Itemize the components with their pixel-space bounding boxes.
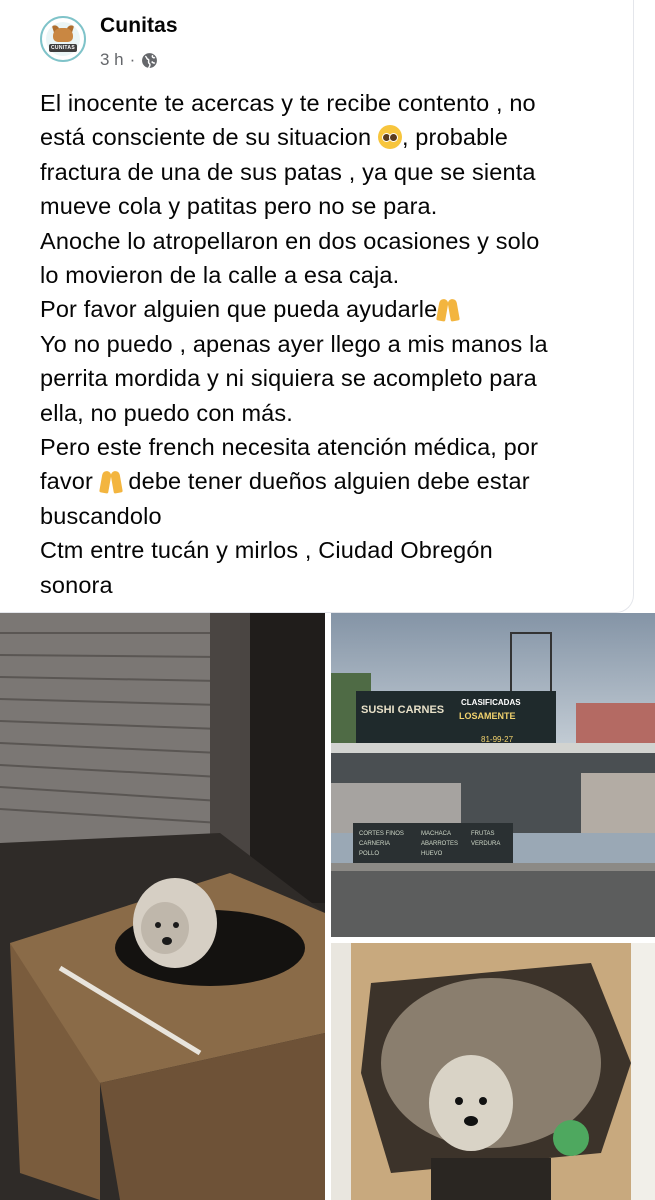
post-line: Pero este french necesita atención médic… bbox=[40, 434, 539, 461]
menu-text: VERDURA bbox=[471, 841, 500, 847]
menu-text: HUEVO bbox=[421, 851, 443, 857]
post-line-text: , probable bbox=[401, 124, 508, 151]
post-line-text: está consciente de su situacion bbox=[40, 124, 372, 151]
post-line: mueve cola y patitas pero no se para. bbox=[40, 193, 438, 220]
photo-3-illustration bbox=[331, 943, 655, 1200]
photo-1-illustration bbox=[0, 613, 325, 1200]
post-text: El inocente te acercas y te recibe conte… bbox=[40, 86, 620, 602]
avatar-logo-text: CUNITAS bbox=[49, 44, 77, 52]
post-time[interactable]: 3 h bbox=[100, 50, 124, 70]
post-header: CUNITAS Cunitas 3 h · bbox=[40, 14, 600, 74]
post-line-text: Por favor alguien que pueda ayudarle bbox=[40, 296, 438, 323]
post-line-text: debe tener dueños alguien debe estar bbox=[128, 468, 530, 495]
photo-storefront[interactable]: SUSHI CARNES CLASIFICADAS LOSAMENTE 81-9… bbox=[331, 613, 655, 937]
post-line: lo movieron de la calle a esa caja. bbox=[40, 262, 400, 289]
post-card: CUNITAS Cunitas 3 h · El inocente te ace… bbox=[0, 0, 655, 1200]
post-line: ella, no puedo con más. bbox=[40, 399, 293, 426]
menu-text: FRUTAS bbox=[471, 831, 495, 837]
post-line: sonora bbox=[40, 571, 113, 598]
post-line: Anoche lo atropellaron en dos ocasiones … bbox=[40, 227, 540, 254]
menu-text: ABARROTES bbox=[421, 841, 458, 847]
post-line: favor debe tener dueños alguien debe est… bbox=[40, 464, 620, 498]
menu-text: CORTES FINOS bbox=[359, 831, 404, 837]
menu-text: MACHACA bbox=[421, 831, 451, 837]
post-line: buscandolo bbox=[40, 502, 162, 529]
page-name[interactable]: Cunitas bbox=[100, 14, 178, 38]
sign-text: 81-99-27 bbox=[481, 735, 514, 744]
photo-dog-in-box-night[interactable] bbox=[0, 613, 325, 1200]
sign-text: LOSAMENTE bbox=[459, 711, 516, 721]
photo-2-illustration: SUSHI CARNES CLASIFICADAS LOSAMENTE 81-9… bbox=[331, 613, 655, 937]
post-line: El inocente te acercas y te recibe conte… bbox=[40, 90, 536, 116]
folded-hands-icon bbox=[436, 297, 461, 323]
post-line: perrita mordida y ni siquiera se acomple… bbox=[40, 365, 537, 392]
post-meta: 3 h · bbox=[100, 50, 158, 70]
post-line: Yo no puedo , apenas ayer llego a mis ma… bbox=[40, 330, 548, 357]
menu-text: POLLO bbox=[359, 851, 379, 857]
sign-text: CLASIFICADAS bbox=[461, 698, 521, 707]
post-line: Ctm entre tucán y mirlos , Ciudad Obregó… bbox=[40, 537, 493, 564]
avatar-dog-icon bbox=[53, 28, 73, 42]
menu-text: CARNERIA bbox=[359, 841, 390, 847]
globe-icon[interactable] bbox=[141, 52, 158, 69]
sign-text: SUSHI CARNES bbox=[361, 704, 444, 716]
post-line-text: favor bbox=[40, 468, 93, 495]
post-line: Por favor alguien que pueda ayudarle bbox=[40, 292, 620, 326]
photo-dog-in-box-closeup[interactable] bbox=[331, 943, 655, 1200]
page-avatar[interactable]: CUNITAS bbox=[40, 16, 86, 62]
meta-separator: · bbox=[129, 50, 136, 69]
post-line: está consciente de su situacion , probab… bbox=[40, 120, 620, 154]
post-line: fractura de una de sus patas , ya que se… bbox=[40, 158, 536, 185]
pleading-face-icon bbox=[377, 125, 402, 150]
folded-hands-icon bbox=[98, 469, 123, 495]
